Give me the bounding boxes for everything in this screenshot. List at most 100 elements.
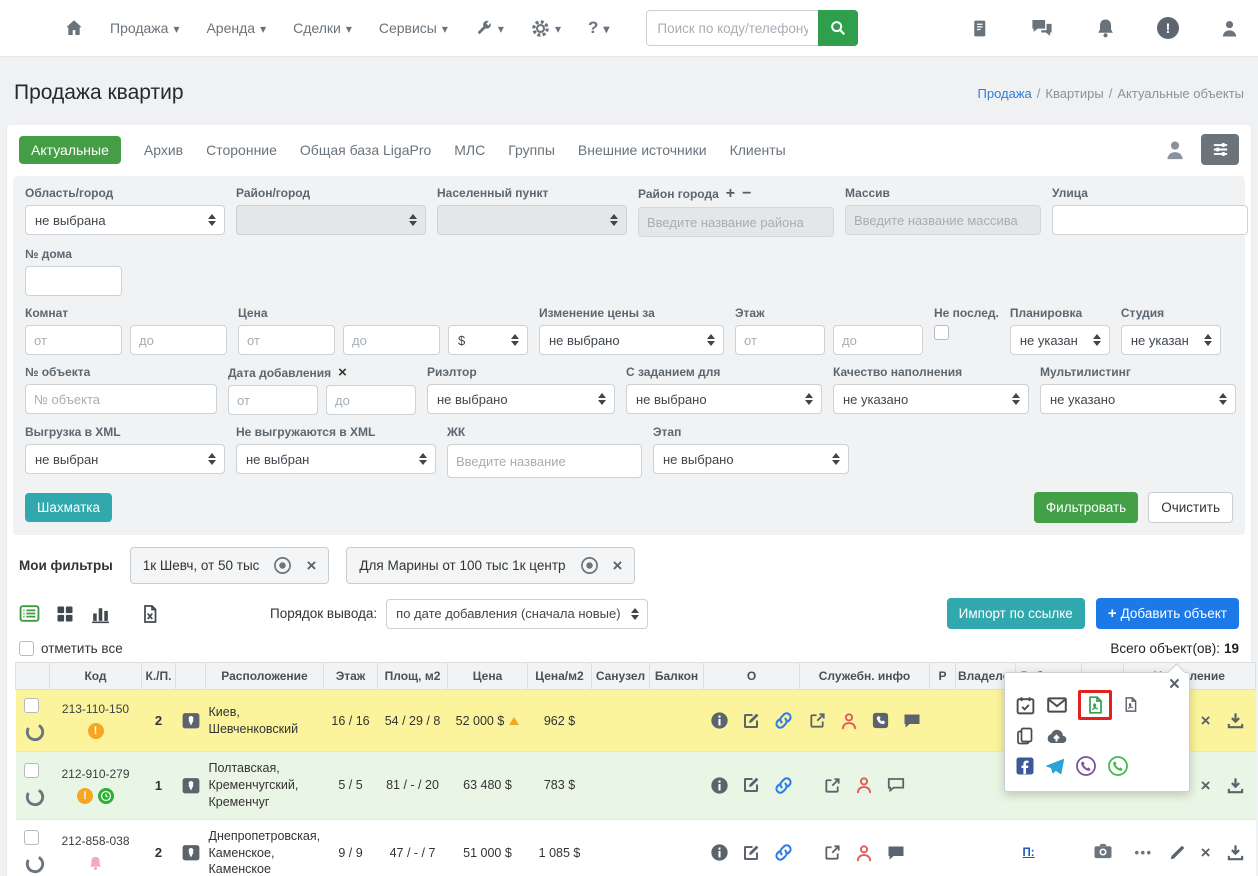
- link-icon[interactable]: [773, 842, 794, 863]
- call-square-icon[interactable]: [871, 711, 890, 730]
- realtor-select[interactable]: не выбрано: [427, 384, 615, 414]
- owner-contact-icon[interactable]: [854, 775, 874, 795]
- currency-select[interactable]: $: [448, 325, 528, 355]
- agent-filter-icon[interactable]: [1163, 138, 1187, 162]
- download-icon[interactable]: [1226, 776, 1245, 795]
- saved-filter-chip[interactable]: Для Марины от 100 тыс 1к центр ×: [346, 547, 636, 584]
- price-from-input[interactable]: [238, 325, 335, 355]
- nav-menu-services[interactable]: Сервисы: [379, 20, 448, 36]
- row-checkbox[interactable]: [23, 698, 39, 713]
- saved-filter-chip[interactable]: 1к Шевч, от 50 тыс ×: [129, 547, 330, 584]
- row-checkbox[interactable]: [23, 830, 39, 846]
- add-object-button[interactable]: + Добавить объект: [1095, 598, 1239, 629]
- home-icon[interactable]: [64, 18, 84, 38]
- chart-view-icon[interactable]: [90, 603, 111, 624]
- object-code[interactable]: 212-910-279: [53, 767, 139, 781]
- info-icon[interactable]: [710, 843, 729, 862]
- viber-icon[interactable]: [1075, 755, 1097, 777]
- map-icon[interactable]: [180, 713, 202, 727]
- tab-ligapro-base[interactable]: Общая база LigaPro: [300, 142, 431, 158]
- nav-menu-deals[interactable]: Сделки: [293, 20, 352, 36]
- grid-view-icon[interactable]: [55, 604, 75, 624]
- remove-district-icon[interactable]: −: [742, 186, 751, 202]
- notifications-bell-icon[interactable]: [1094, 17, 1117, 40]
- layout-select[interactable]: не указан: [1009, 325, 1110, 355]
- map-icon[interactable]: [180, 845, 202, 859]
- not-last-floor-checkbox[interactable]: [934, 325, 949, 340]
- district-select[interactable]: [236, 205, 426, 235]
- pdf-export-green-icon[interactable]: [1085, 695, 1105, 715]
- telegram-icon[interactable]: [1045, 756, 1065, 776]
- select-all-label[interactable]: отметить все: [41, 641, 123, 656]
- info-icon[interactable]: [710, 711, 729, 730]
- tab-clients[interactable]: Клиенты: [730, 142, 786, 158]
- delete-icon[interactable]: [1201, 712, 1211, 729]
- tab-third-party[interactable]: Сторонние: [206, 142, 277, 158]
- owner-contact-icon[interactable]: [839, 711, 859, 731]
- nav-menu-sale[interactable]: Продажа: [110, 20, 179, 36]
- alerts-icon[interactable]: !: [1157, 13, 1185, 39]
- search-input[interactable]: [646, 10, 819, 46]
- import-by-link-button[interactable]: Импорт по ссылке: [946, 598, 1085, 629]
- refresh-status-icon[interactable]: [24, 853, 46, 875]
- owner-contact-icon[interactable]: [854, 843, 874, 863]
- delete-filter-icon[interactable]: ×: [613, 557, 623, 574]
- download-icon[interactable]: [1226, 843, 1245, 862]
- chess-view-button[interactable]: Шахматка: [25, 493, 113, 522]
- tab-mls[interactable]: МЛС: [454, 142, 485, 158]
- external-link-icon[interactable]: [823, 843, 842, 862]
- rooms-from-input[interactable]: [25, 325, 122, 355]
- cloud-upload-icon[interactable]: [1045, 724, 1068, 747]
- profile-icon[interactable]: [1219, 18, 1240, 39]
- calendar-check-icon[interactable]: [1015, 695, 1036, 716]
- studio-select[interactable]: не указан: [1120, 325, 1221, 355]
- search-button[interactable]: [818, 10, 859, 46]
- journal-icon[interactable]: [969, 18, 990, 39]
- complex-input[interactable]: [447, 444, 642, 478]
- price-up-icon[interactable]: [509, 717, 520, 726]
- messages-icon[interactable]: [1030, 16, 1054, 40]
- edit-icon[interactable]: [1168, 844, 1186, 862]
- nav-settings-menu[interactable]: [531, 19, 561, 38]
- close-icon[interactable]: ×: [1169, 675, 1180, 694]
- view-filter-icon[interactable]: [273, 556, 292, 575]
- list-view-icon[interactable]: [19, 603, 40, 624]
- comment-icon[interactable]: [886, 775, 906, 795]
- clock-badge[interactable]: [98, 787, 114, 804]
- more-actions-icon[interactable]: [1134, 845, 1152, 860]
- city-district-input[interactable]: [638, 207, 834, 237]
- email-icon[interactable]: [1046, 694, 1068, 716]
- date-from-input[interactable]: [228, 385, 318, 415]
- whatsapp-icon[interactable]: [1107, 755, 1129, 777]
- nav-help-menu[interactable]: ?: [588, 18, 609, 38]
- select-all-checkbox[interactable]: [19, 641, 34, 656]
- object-code[interactable]: 212-858-038: [53, 834, 139, 848]
- quality-select[interactable]: не указано: [833, 384, 1029, 414]
- stage-select[interactable]: не выбрано: [653, 444, 849, 474]
- rooms-to-input[interactable]: [130, 325, 227, 355]
- delete-icon[interactable]: [1201, 844, 1211, 861]
- excel-export-icon[interactable]: [140, 604, 160, 624]
- add-district-icon[interactable]: +: [726, 186, 735, 202]
- sort-order-select[interactable]: по дате добавления (сначала новые): [386, 598, 649, 629]
- object-code[interactable]: 213-110-150: [53, 702, 139, 716]
- settlement-select[interactable]: [437, 205, 627, 235]
- view-filter-icon[interactable]: [580, 556, 599, 575]
- breadcrumb-link-sale[interactable]: Продажа: [978, 86, 1032, 101]
- delete-filter-icon[interactable]: ×: [306, 557, 316, 574]
- multilisting-select[interactable]: не указано: [1040, 384, 1236, 414]
- filter-settings-button[interactable]: [1201, 134, 1239, 165]
- edit-note-icon[interactable]: [741, 711, 761, 731]
- facebook-icon[interactable]: [1015, 756, 1035, 776]
- floor-to-input[interactable]: [833, 325, 923, 355]
- tab-groups[interactable]: Группы: [508, 142, 555, 158]
- delete-icon[interactable]: [1201, 777, 1211, 794]
- refresh-status-icon[interactable]: [24, 721, 46, 743]
- link-icon[interactable]: [773, 710, 794, 731]
- tab-actual[interactable]: Актуальные: [19, 135, 121, 164]
- external-link-icon[interactable]: [823, 776, 842, 795]
- task-for-select[interactable]: не выбрано: [626, 384, 822, 414]
- warning-badge[interactable]: [87, 723, 104, 739]
- edit-note-icon[interactable]: [741, 843, 761, 863]
- tab-archive[interactable]: Архив: [144, 142, 183, 158]
